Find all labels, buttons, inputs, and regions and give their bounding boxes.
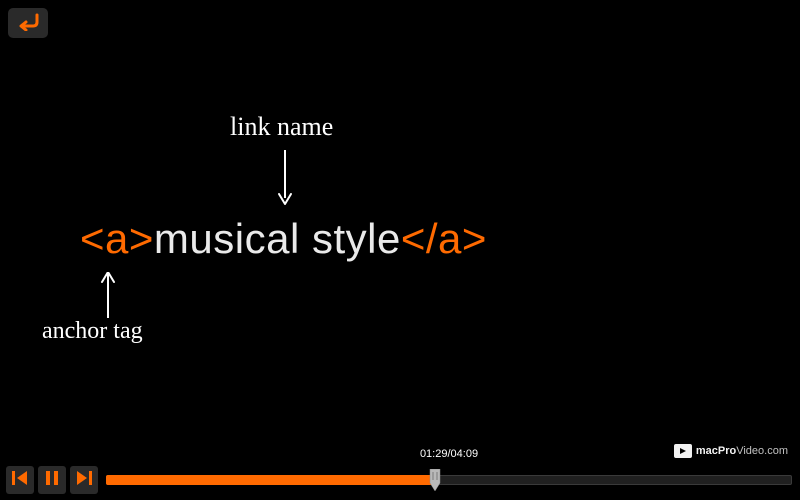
code-example: <a>musical style</a> xyxy=(80,215,487,263)
skip-forward-icon xyxy=(75,469,93,492)
time-current: 01:29 xyxy=(420,448,448,460)
app-stage: link name <a>musical style</a> anchor ta… xyxy=(0,0,800,500)
arrow-up-icon xyxy=(98,272,118,320)
brand-watermark: macProVideo.com xyxy=(674,444,788,458)
seek-bar[interactable]: 01:29/04:09 xyxy=(106,466,792,494)
annotation-link-name: link name xyxy=(230,112,333,142)
skip-back-icon xyxy=(11,469,29,492)
brand-logo-icon xyxy=(674,444,692,458)
arrow-down-icon xyxy=(275,148,295,208)
seek-progress xyxy=(106,475,435,485)
code-link-text: musical style xyxy=(154,215,401,262)
pause-button[interactable] xyxy=(38,466,66,494)
slide-content: link name <a>musical style</a> anchor ta… xyxy=(0,0,800,440)
time-display: 01:29/04:09 xyxy=(420,448,478,460)
code-open-tag: <a> xyxy=(80,215,154,262)
prev-button[interactable] xyxy=(6,466,34,494)
code-close-tag: </a> xyxy=(401,215,487,262)
playback-controls xyxy=(0,466,98,494)
next-button[interactable] xyxy=(70,466,98,494)
brand-text: macProVideo.com xyxy=(696,445,788,457)
player-bar: 01:29/04:09 xyxy=(0,460,800,500)
annotation-anchor-tag: anchor tag xyxy=(42,318,143,345)
time-total: 04:09 xyxy=(451,448,479,460)
seek-thumb[interactable] xyxy=(428,469,442,491)
pause-icon xyxy=(43,469,61,492)
